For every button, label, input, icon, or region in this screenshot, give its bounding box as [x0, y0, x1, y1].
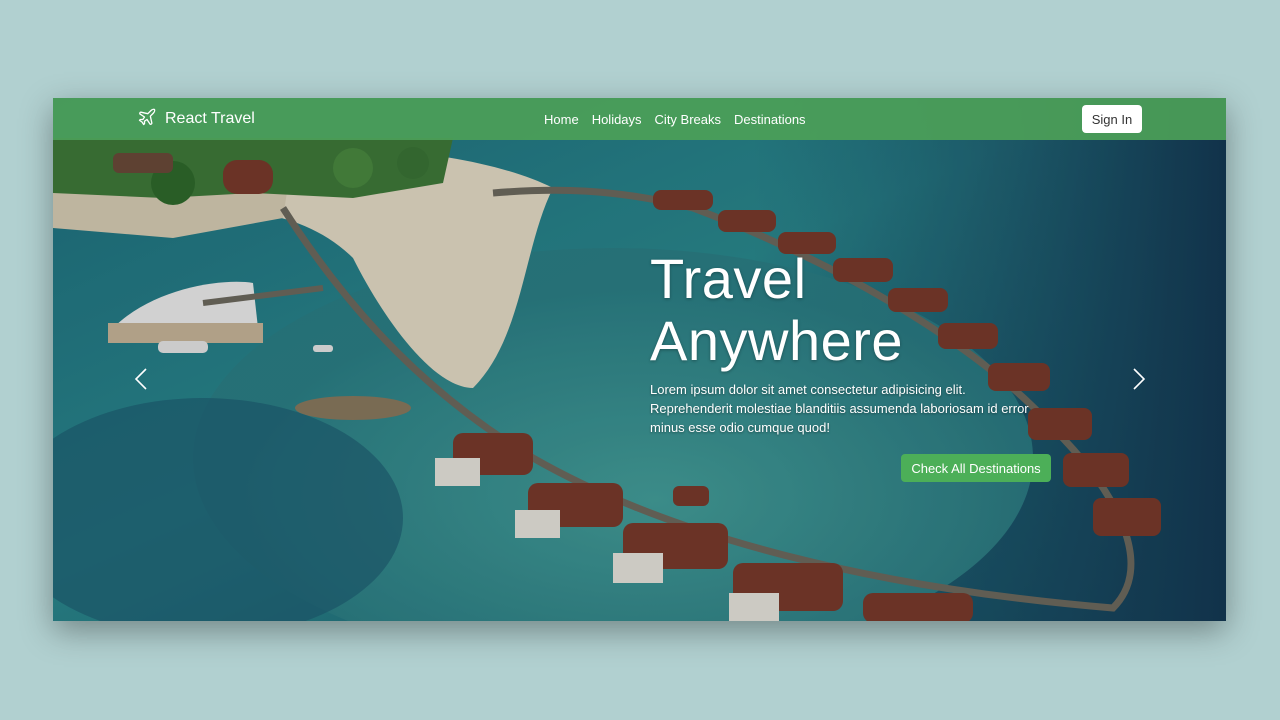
hero-title-line-1: Travel	[650, 247, 807, 310]
hero-description: Lorem ipsum dolor sit amet consectetur a…	[650, 382, 1029, 435]
nav-link-home[interactable]: Home	[544, 112, 579, 127]
navbar: React Travel Home Holidays City Breaks D…	[53, 98, 1226, 140]
check-all-destinations-button[interactable]: Check All Destinations	[901, 454, 1051, 482]
hero-title-line-2: Anywhere	[650, 309, 904, 372]
sign-in-button[interactable]: Sign In	[1082, 105, 1142, 133]
chevron-right-icon	[1133, 368, 1146, 390]
nav-link-destinations[interactable]: Destinations	[734, 112, 806, 127]
nav-link-city-breaks[interactable]: City Breaks	[655, 112, 721, 127]
app-window: React Travel Home Holidays City Breaks D…	[53, 98, 1226, 621]
carousel-next-button[interactable]	[1124, 364, 1154, 394]
hero-title: Travel Anywhere	[650, 248, 1050, 372]
airplane-icon	[137, 107, 157, 132]
brand-logo[interactable]: React Travel	[137, 98, 255, 140]
chevron-left-icon	[134, 368, 147, 390]
hero-content: Travel Anywhere Lorem ipsum dolor sit am…	[650, 248, 1050, 437]
nav-link-holidays[interactable]: Holidays	[592, 112, 642, 127]
main-nav: Home Holidays City Breaks Destinations	[544, 98, 806, 140]
hero-background-image	[53, 98, 1226, 621]
brand-name: React Travel	[165, 110, 255, 127]
carousel-prev-button[interactable]	[126, 364, 156, 394]
